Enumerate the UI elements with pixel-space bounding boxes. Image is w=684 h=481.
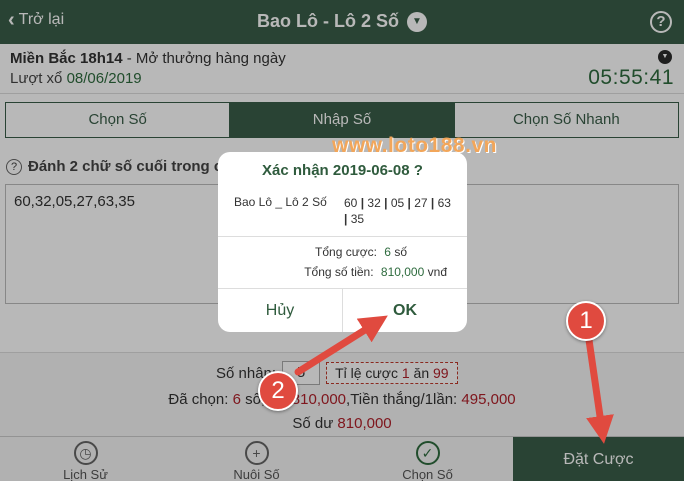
- cancel-button[interactable]: Hủy: [218, 289, 343, 332]
- total-bets-unit: số: [394, 245, 407, 259]
- dialog-buttons: Hủy OK: [218, 289, 467, 332]
- dialog-total-bets: Tổng cược: 6 số: [253, 245, 407, 259]
- dialog-number: 32: [367, 196, 381, 210]
- dialog-numbers: 60 | 32 | 05 | 27 | 63 | 35: [344, 195, 462, 227]
- total-bets-value: 6: [384, 245, 391, 259]
- dialog-number: 63: [437, 196, 451, 210]
- dialog-divider: [218, 236, 467, 237]
- total-money-label: Tổng số tiền:: [304, 265, 374, 279]
- ok-button[interactable]: OK: [343, 289, 467, 332]
- separator: |: [384, 196, 391, 210]
- dialog-number: 05: [390, 196, 405, 210]
- separator: |: [430, 196, 438, 210]
- dialog-number: 60: [344, 196, 358, 210]
- dialog-game-name: Bao Lô _ Lô 2 Số: [234, 195, 327, 209]
- dialog-number: 27: [414, 196, 428, 210]
- dialog-total-money: Tổng số tiền: 810,000 vnđ: [250, 265, 447, 279]
- total-bets-label: Tổng cược:: [315, 245, 377, 259]
- separator: |: [344, 212, 351, 226]
- total-money-unit: vnđ: [427, 265, 447, 279]
- total-money-value: 810,000: [380, 265, 425, 279]
- dialog-title: Xác nhận 2019-06-08 ?: [262, 162, 423, 179]
- annotation-badge-1: 1: [566, 301, 606, 341]
- confirm-dialog: Xác nhận 2019-06-08 ? Bao Lô _ Lô 2 Số 6…: [218, 152, 467, 332]
- annotation-badge-2: 2: [258, 371, 298, 411]
- dialog-number: 35: [350, 212, 365, 226]
